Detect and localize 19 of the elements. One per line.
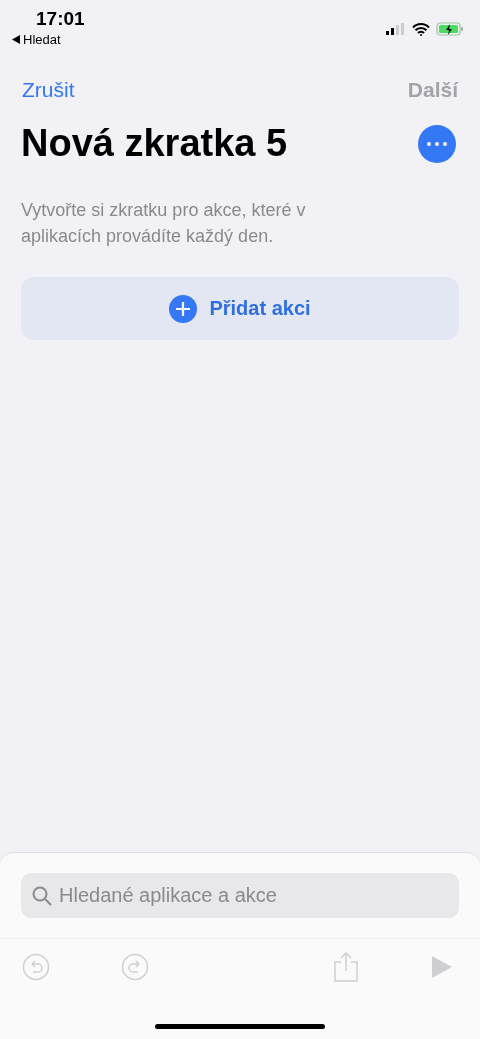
share-icon <box>333 951 359 983</box>
battery-icon <box>436 22 464 36</box>
undo-icon <box>22 953 50 981</box>
play-icon <box>431 955 453 979</box>
more-button[interactable] <box>418 124 456 163</box>
back-to-app-link[interactable]: Hledat <box>23 32 61 47</box>
ellipsis-icon <box>427 141 447 146</box>
cancel-button[interactable]: Zrušit <box>22 78 75 102</box>
search-field[interactable]: Hledané aplikace a akce <box>21 873 459 918</box>
status-time: 17:01 <box>36 8 85 30</box>
description-text: Vytvořte si zkratku pro akce, které v aplikacích provádíte každý den. <box>21 199 307 248</box>
wifi-icon <box>412 22 430 36</box>
plus-icon <box>169 294 198 323</box>
redo-icon <box>121 953 149 981</box>
add-action-button[interactable]: Přidat akci <box>21 277 459 340</box>
signal-icon <box>386 23 406 35</box>
search-icon <box>31 885 53 907</box>
back-arrow-icon <box>12 35 20 44</box>
shortcut-title: Nová zkratka 5 <box>21 122 288 165</box>
